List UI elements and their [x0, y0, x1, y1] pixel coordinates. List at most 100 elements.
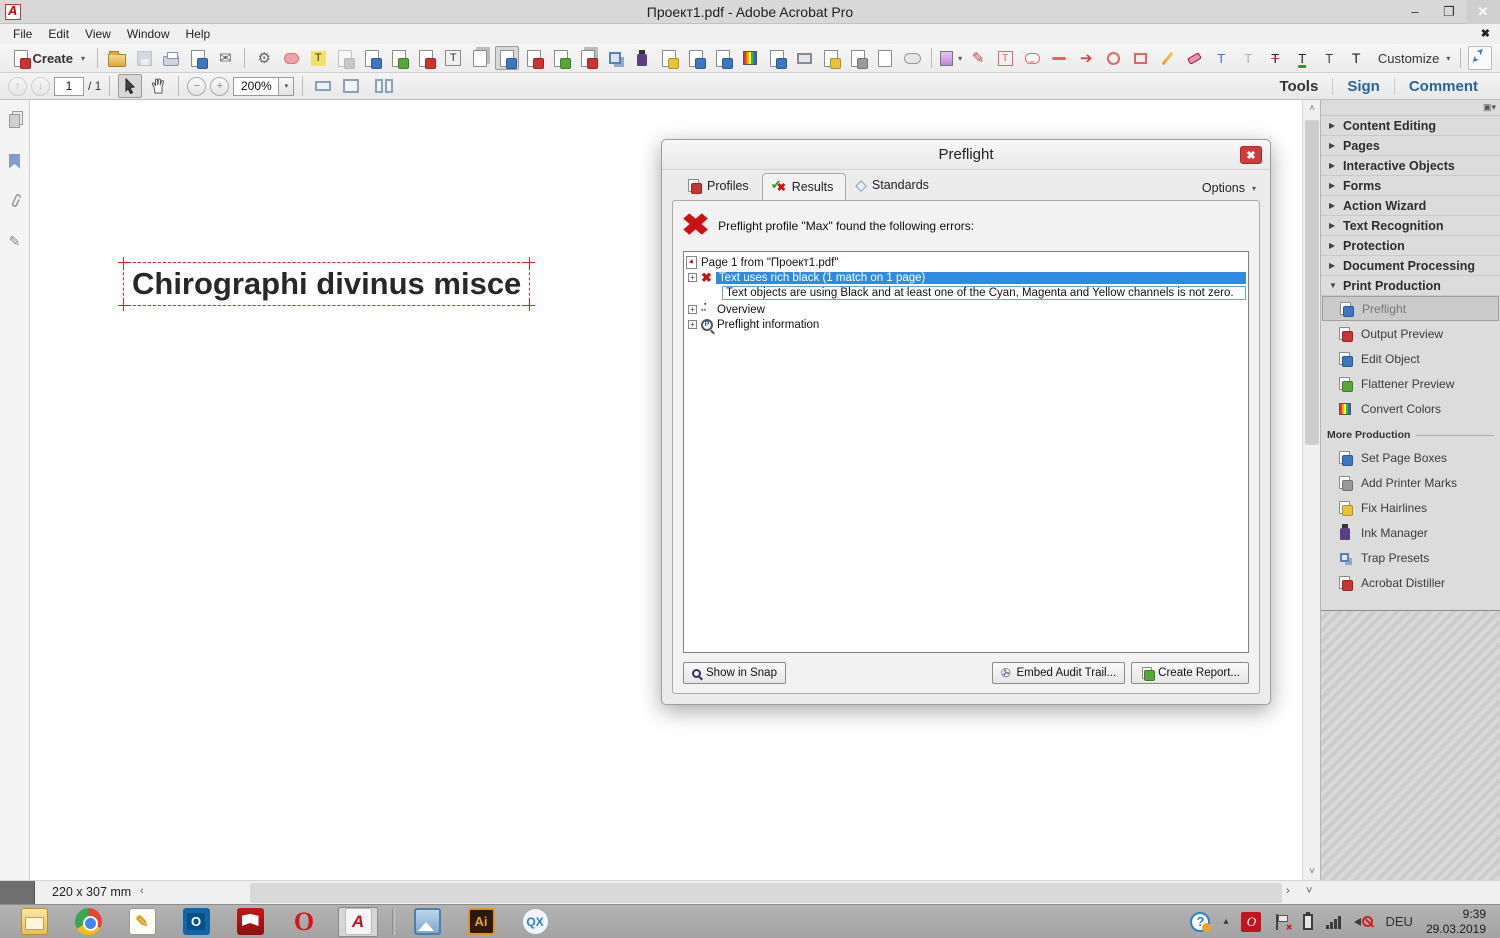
zoom-out-button[interactable]: −: [187, 76, 207, 96]
comment-button[interactable]: [279, 46, 303, 70]
scroll-up-button[interactable]: ˄: [1303, 100, 1321, 117]
horizontal-scroll-thumb[interactable]: [250, 883, 1282, 903]
create-button[interactable]: Create ▾: [8, 46, 90, 70]
save-optimized-button[interactable]: [900, 46, 924, 70]
previous-page-button[interactable]: ↑: [8, 76, 27, 96]
taskbar-acrobat[interactable]: A: [338, 906, 378, 937]
red-marker-button[interactable]: ✎: [966, 46, 990, 70]
expand-toolbar-button[interactable]: [1467, 46, 1492, 70]
taskbar-quarkxpress[interactable]: QX: [515, 907, 555, 937]
print-button[interactable]: [159, 46, 183, 70]
taskbar-explorer[interactable]: [14, 907, 54, 937]
email-button[interactable]: ✉: [213, 46, 237, 70]
expand-plus-icon[interactable]: +: [688, 305, 697, 314]
section-content-editing[interactable]: ▶ Content Editing: [1321, 116, 1500, 136]
menu-help[interactable]: Help: [179, 25, 218, 43]
taskbar-illustrator[interactable]: Ai: [461, 907, 501, 937]
help-tray-icon[interactable]: ?: [1190, 911, 1212, 932]
taskbar-outlook[interactable]: [176, 907, 216, 937]
tab-standards[interactable]: ◇ Standards: [846, 170, 942, 200]
edit-object-button[interactable]: [765, 46, 789, 70]
signatures-button[interactable]: ✎: [6, 232, 24, 250]
tab-profiles[interactable]: Profiles: [676, 171, 762, 200]
search-document-button[interactable]: [360, 46, 384, 70]
create-report-button[interactable]: Create Report...: [1131, 662, 1249, 684]
arrow-tool-button[interactable]: ➔: [1074, 46, 1098, 70]
page-thumbnails-button[interactable]: [6, 112, 24, 130]
clock[interactable]: 9:39 29.03.2019: [1426, 907, 1486, 937]
zoom-level-value[interactable]: 200%: [233, 76, 280, 96]
delete-pages-button[interactable]: [333, 46, 357, 70]
insert-text-button[interactable]: T: [1209, 46, 1233, 70]
output-preview-button[interactable]: [522, 46, 546, 70]
flattener-preview-button[interactable]: [549, 46, 573, 70]
panel-item-output-preview[interactable]: Output Preview: [1322, 321, 1499, 346]
page-number-input[interactable]: [54, 76, 84, 96]
pencil-tool-button[interactable]: [1155, 46, 1179, 70]
section-pages[interactable]: ▶ Pages: [1321, 136, 1500, 156]
results-tree[interactable]: Page 1 from "Проект1.pdf" + ✖ Text uses …: [683, 251, 1249, 653]
menu-file[interactable]: File: [6, 25, 39, 43]
convert-colors-button[interactable]: [738, 46, 762, 70]
copy-pages-button[interactable]: [576, 46, 600, 70]
open-file-button[interactable]: [105, 46, 129, 70]
organize-pages-button[interactable]: [468, 46, 492, 70]
scroll-right-button[interactable]: ›: [1286, 885, 1290, 897]
attachments-button[interactable]: [6, 192, 24, 210]
zoom-level-control[interactable]: 200% ▾: [233, 76, 295, 96]
expand-plus-icon[interactable]: +: [688, 273, 697, 282]
scroll-down-button[interactable]: ˅: [1306, 885, 1312, 897]
section-forms[interactable]: ▶ Forms: [1321, 176, 1500, 196]
new-page-button[interactable]: [873, 46, 897, 70]
preferences-button[interactable]: ⚙: [252, 46, 276, 70]
underline-button[interactable]: T: [1290, 46, 1314, 70]
fit-page-button[interactable]: [339, 74, 363, 98]
close-button[interactable]: ✕: [1466, 0, 1500, 24]
panel-item-ink-manager[interactable]: Ink Manager: [1322, 520, 1499, 545]
panel-item-acrobat-distiller[interactable]: Acrobat Distiller: [1322, 570, 1499, 595]
output-device-button[interactable]: [792, 46, 816, 70]
menu-view[interactable]: View: [78, 25, 118, 43]
two-page-view-button[interactable]: [367, 74, 391, 98]
section-protection[interactable]: ▶ Protection: [1321, 236, 1500, 256]
section-document-processing[interactable]: ▶ Document Processing: [1321, 256, 1500, 276]
tree-root-row[interactable]: Page 1 from "Проект1.pdf": [686, 255, 1246, 270]
bookmarks-button[interactable]: [6, 152, 24, 170]
scroll-left-button[interactable]: ‹: [140, 885, 144, 897]
color-swatch-button[interactable]: ▾: [939, 46, 963, 70]
embed-audit-trail-button[interactable]: ✇ Embed Audit Trail...: [992, 662, 1126, 684]
zoom-dropdown-button[interactable]: ▾: [278, 76, 295, 96]
language-indicator[interactable]: DEU: [1385, 914, 1412, 929]
panel-options-icon[interactable]: ▣▾: [1483, 102, 1496, 113]
add-text-button[interactable]: T: [441, 46, 465, 70]
zoom-in-button[interactable]: +: [210, 76, 230, 96]
set-page-boxes-button[interactable]: [711, 46, 735, 70]
section-interactive-objects[interactable]: ▶ Interactive Objects: [1321, 156, 1500, 176]
restore-button[interactable]: ❐: [1432, 0, 1466, 24]
tree-info-row[interactable]: + P Preflight information: [686, 317, 1246, 332]
tree-overview-row[interactable]: + Overview: [686, 301, 1246, 317]
taskbar-reader[interactable]: [230, 907, 270, 937]
preflight-tool-button[interactable]: [495, 46, 520, 70]
tab-results[interactable]: ✔ ✖ Results: [761, 173, 847, 201]
panel-item-add-printer-marks[interactable]: Add Printer Marks: [1322, 470, 1499, 495]
text-box-button[interactable]: T: [993, 46, 1017, 70]
vertical-scrollbar[interactable]: ˄ ˅: [1302, 100, 1320, 880]
battery-icon[interactable]: [1303, 911, 1314, 930]
taskbar-image-viewer[interactable]: [407, 907, 447, 937]
panel-item-edit-object[interactable]: Edit Object: [1322, 346, 1499, 371]
jdf-job-button[interactable]: [819, 46, 843, 70]
hand-tool-button[interactable]: [146, 74, 170, 98]
vertical-scroll-thumb[interactable]: [1305, 120, 1319, 445]
action-center-flag-icon[interactable]: [1274, 913, 1292, 932]
customize-button[interactable]: Customize ▾: [1375, 46, 1453, 70]
add-text-comment-button[interactable]: T: [1344, 46, 1368, 70]
tree-error-detail-row[interactable]: Text objects are using Black and at leas…: [686, 285, 1246, 300]
export-document-button[interactable]: [387, 46, 411, 70]
scrolling-mode-button[interactable]: [311, 74, 335, 98]
red-app-tray-icon[interactable]: O: [1241, 911, 1262, 932]
oval-tool-button[interactable]: [1101, 46, 1125, 70]
fix-hairlines-button[interactable]: [657, 46, 681, 70]
menu-edit[interactable]: Edit: [41, 25, 76, 43]
panel-item-preflight[interactable]: Preflight: [1322, 296, 1499, 321]
